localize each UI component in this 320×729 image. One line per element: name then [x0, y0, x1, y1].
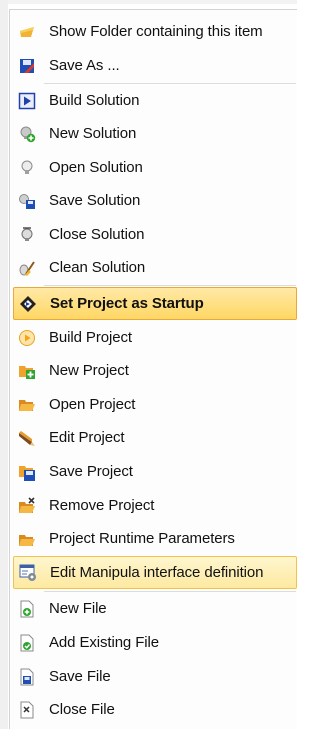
set-startup-icon — [19, 295, 37, 313]
menu-item-label: Remove Project — [49, 497, 155, 514]
menu-item-set-project-as-startup[interactable]: Set Project as Startup — [13, 287, 297, 320]
remove-project-icon — [18, 496, 36, 515]
menu-item-new-project[interactable]: New Project — [13, 354, 297, 387]
menu-item-label: Save Project — [49, 463, 133, 480]
save-file-icon — [18, 668, 36, 686]
open-project-icon — [18, 396, 36, 414]
background-window-edge — [0, 0, 297, 4]
save-as-icon — [18, 57, 36, 75]
save-project-icon — [18, 463, 36, 481]
folder-open-icon — [18, 23, 36, 41]
new-project-icon — [18, 362, 36, 380]
open-solution-icon — [18, 159, 36, 177]
background-window-strip — [0, 0, 8, 729]
menu-item-label: Open Solution — [49, 159, 143, 176]
menu-item-save-file[interactable]: Save File — [13, 660, 297, 693]
menu-item-new-file[interactable]: New File — [13, 592, 297, 625]
menu-item-project-runtime-parameters[interactable]: Project Runtime Parameters — [13, 522, 297, 555]
menu-item-clean-solution[interactable]: Clean Solution — [13, 251, 297, 284]
menu-item-label: Edit Manipula interface definition — [50, 564, 264, 581]
close-file-icon — [18, 701, 36, 719]
menu-item-save-solution[interactable]: Save Solution — [13, 184, 297, 217]
context-menu: Show Folder containing this item Save As… — [9, 9, 297, 729]
build-solution-icon — [18, 92, 36, 110]
menu-item-label: Build Solution — [49, 92, 140, 109]
save-solution-icon — [18, 192, 36, 210]
menu-item-remove-project[interactable]: Remove Project — [13, 489, 297, 522]
menu-item-label: Save Solution — [49, 192, 141, 209]
menu-item-label: New File — [49, 600, 107, 617]
menu-item-label: Clean Solution — [49, 259, 146, 276]
new-solution-icon — [18, 125, 36, 143]
menu-item-label: Close File — [49, 701, 115, 718]
menu-item-label: Save File — [49, 668, 111, 685]
menu-item-build-solution[interactable]: Build Solution — [13, 84, 297, 117]
menu-item-close-file[interactable]: Close File — [13, 693, 297, 726]
menu-item-label: New Project — [49, 362, 129, 379]
menu-item-label: New Solution — [49, 125, 137, 142]
menu-separator — [44, 285, 296, 286]
menu-item-edit-project[interactable]: Edit Project — [13, 421, 297, 454]
menu-item-label: Project Runtime Parameters — [49, 530, 235, 547]
menu-item-label: Close Solution — [49, 226, 145, 243]
menu-item-save-project[interactable]: Save Project — [13, 455, 297, 488]
menu-item-new-solution[interactable]: New Solution — [13, 117, 297, 150]
clean-solution-icon — [18, 259, 36, 277]
menu-item-save-as[interactable]: Save As ... — [13, 49, 297, 82]
menu-item-label: Build Project — [49, 329, 132, 346]
edit-project-icon — [18, 429, 36, 447]
menu-item-edit-manipula-interface[interactable]: Edit Manipula interface definition — [13, 556, 297, 589]
edit-interface-icon — [19, 564, 37, 582]
runtime-parameters-icon — [18, 530, 36, 548]
menu-item-open-solution[interactable]: Open Solution — [13, 151, 297, 184]
menu-item-label: Edit Project — [49, 429, 125, 446]
menu-item-close-solution[interactable]: Close Solution — [13, 218, 297, 251]
build-project-icon — [18, 329, 36, 347]
menu-item-label: Show Folder containing this item — [49, 23, 263, 40]
new-file-icon — [18, 600, 36, 618]
menu-item-build-project[interactable]: Build Project — [13, 321, 297, 354]
menu-item-open-project[interactable]: Open Project — [13, 388, 297, 421]
menu-item-label: Save As ... — [49, 57, 120, 74]
menu-item-label: Open Project — [49, 396, 136, 413]
close-solution-icon — [18, 226, 36, 244]
add-existing-file-icon — [18, 634, 36, 652]
menu-item-label: Add Existing File — [49, 634, 160, 651]
menu-item-label: Set Project as Startup — [50, 295, 204, 312]
menu-item-add-existing-file[interactable]: Add Existing File — [13, 626, 297, 659]
menu-item-show-folder[interactable]: Show Folder containing this item — [13, 15, 297, 48]
